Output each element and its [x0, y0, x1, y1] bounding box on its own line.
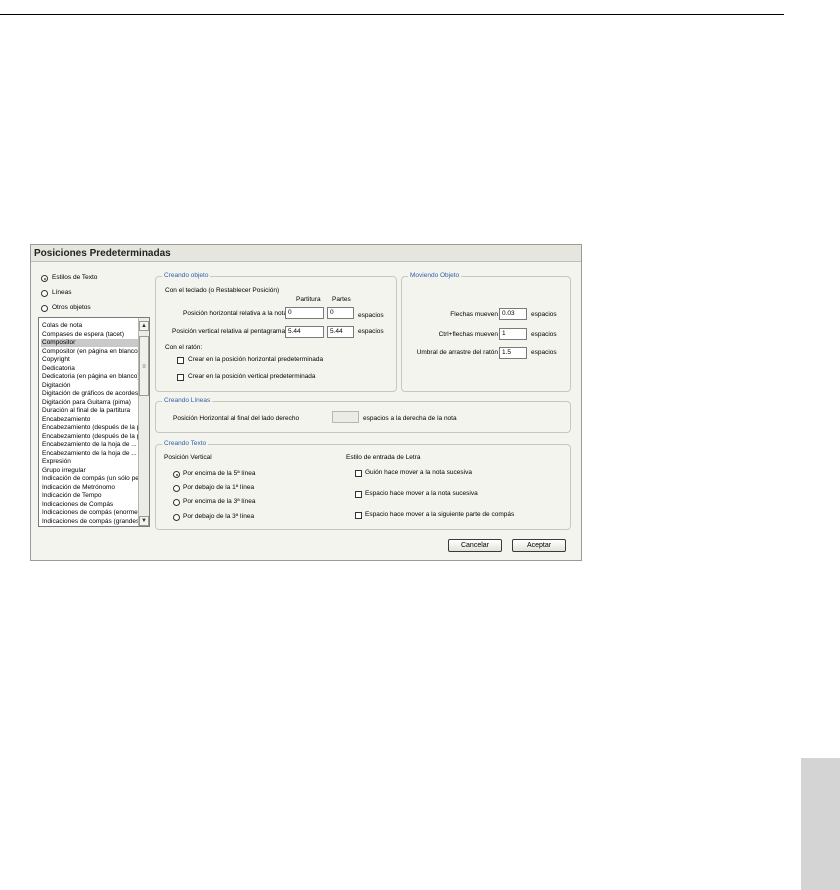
radio-other-objects-label: Otros objetos	[52, 304, 91, 311]
list-item[interactable]: Colas de nota	[41, 322, 140, 330]
check-space-next-note-label: Espacio hace mover a la nota sucesiva	[365, 490, 478, 497]
check-create-horiz[interactable]	[177, 357, 184, 364]
list-item[interactable]: Encabezamiento de la hoja de ... 2	[41, 450, 140, 458]
horiz-pos-label: Posición horizontal relativa a la nota:	[183, 310, 289, 317]
ctrl-arrows-label: Ctrl+flechas mueven	[438, 331, 498, 338]
creating-text-legend: Creando Texto	[162, 440, 209, 448]
creating-object-group: Creando objeto Con el teclado (o Restabl…	[155, 272, 397, 392]
check-space-next-beat-label: Espacio hace mover a la siguiente parte …	[365, 511, 515, 518]
radio-above-3rd-line-label: Por encima de la 3ª línea	[183, 498, 256, 505]
horiz-parts-field[interactable]: 0	[327, 307, 354, 319]
list-item[interactable]: Digitación de gráficos de acordes	[41, 390, 140, 398]
vert-parts-field[interactable]: 5.44	[327, 326, 354, 338]
check-create-vert-label: Crear en la posición vertical predetermi…	[188, 373, 316, 380]
list-item[interactable]: Indicaciones de compás (grandes)	[41, 518, 140, 526]
list-item[interactable]: Copyright	[41, 356, 140, 364]
radio-below-1st-line-label: Por debajo de la 1ª línea	[183, 484, 255, 491]
scroll-down-button[interactable]: ▼	[139, 516, 149, 526]
list-item[interactable]: Grupo irregular	[41, 467, 140, 475]
list-item[interactable]: Digitación	[41, 382, 140, 390]
list-item[interactable]: Compositor (en página en blanco)	[41, 348, 140, 356]
list-item[interactable]: Compases de espera (tacet)	[41, 331, 140, 339]
list-item[interactable]: Digitación para Guitarra (pima)	[41, 399, 140, 407]
list-item[interactable]: Compositor	[41, 339, 140, 347]
radio-above-5th-line-label: Por encima de la 5ª línea	[183, 470, 256, 477]
line-end-field[interactable]	[332, 411, 359, 423]
default-positions-dialog: Posiciones Predeterminadas Estilos de Te…	[30, 244, 582, 561]
radio-other-objects[interactable]	[41, 305, 48, 312]
list-scrollbar[interactable]: ▲ ≡ ▼	[138, 318, 149, 526]
list-item[interactable]: Indicaciones de compás (enormes)	[41, 509, 140, 517]
list-item[interactable]: Dedicatoria (en página en blanco)	[41, 373, 140, 381]
radio-lines[interactable]	[41, 290, 48, 297]
drag-threshold-label: Umbral de arrastre del ratón	[416, 349, 498, 356]
vert-unit: espacios	[358, 328, 384, 335]
creating-lines-group: Creando Líneas Posición Horizontal al fi…	[155, 397, 571, 433]
check-space-next-note[interactable]	[355, 491, 362, 498]
vertical-position-label: Posición Vertical	[164, 454, 212, 461]
vert-score-field[interactable]: 5.44	[285, 326, 324, 338]
radio-below-1st-line[interactable]	[173, 485, 180, 492]
check-hyphen-next-note[interactable]	[355, 470, 362, 477]
ctrl-arrows-field[interactable]: 1	[499, 328, 527, 340]
arrows-label: Flechas mueven	[450, 311, 498, 318]
line-end-suffix: espacios a la derecha de la nota	[363, 415, 457, 422]
check-create-vert[interactable]	[177, 374, 184, 381]
creating-object-legend: Creando objeto	[162, 272, 211, 280]
page-top-rule	[0, 14, 784, 15]
lyric-style-label: Estilo de entrada de Letra	[346, 454, 421, 461]
moving-object-group: Moviendo Objeto Flechas mueven 0.03 espa…	[401, 272, 571, 392]
radio-above-5th-line[interactable]	[173, 471, 180, 478]
scroll-up-button[interactable]: ▲	[139, 321, 149, 331]
scroll-thumb[interactable]: ≡	[139, 336, 149, 396]
line-end-label: Posición Horizontal al final del lado de…	[173, 415, 300, 422]
ok-button[interactable]: Aceptar	[512, 539, 566, 552]
list-item[interactable]: Encabezamiento de la hoja de ...	[41, 441, 140, 449]
list-item[interactable]: Encabezamiento (después de la primera pá…	[41, 424, 140, 432]
list-item[interactable]: Indicación de Metrónomo	[41, 484, 140, 492]
check-space-next-beat[interactable]	[355, 512, 362, 519]
check-create-horiz-label: Crear en la posición horizontal predeter…	[188, 356, 324, 363]
radio-below-3rd-line-label: Por debajo de la 3ª línea	[183, 513, 255, 520]
col-score-label: Partitura	[296, 296, 321, 303]
list-item[interactable]: Encabezamiento (después de la primera pá…	[41, 433, 140, 441]
ctrl-arrows-unit: espacios	[531, 331, 557, 338]
list-item[interactable]: Indicación de Tempo	[41, 492, 140, 500]
cancel-button[interactable]: Cancelar	[448, 539, 502, 552]
style-list[interactable]: Colas de nota Compases de espera (tacet) C…	[38, 317, 150, 527]
arrows-unit: espacios	[531, 311, 557, 318]
radio-below-3rd-line[interactable]	[173, 514, 180, 521]
radio-lines-label: Líneas	[52, 289, 72, 296]
list-item[interactable]: Encabezamiento	[41, 416, 140, 424]
keyboard-label: Con el teclado (o Restablecer Posición)	[165, 287, 280, 294]
dialog-title: Posiciones Predeterminadas	[31, 245, 581, 262]
arrows-field[interactable]: 0.03	[499, 308, 527, 320]
list-item[interactable]: Expresión	[41, 458, 140, 466]
page-side-tab	[801, 758, 840, 890]
drag-threshold-unit: espacios	[531, 349, 557, 356]
radio-text-styles[interactable]	[41, 275, 48, 282]
moving-object-legend: Moviendo Objeto	[408, 272, 462, 280]
list-item[interactable]: Indicaciones de Compás	[41, 501, 140, 509]
creating-text-group: Creando Texto Posición Vertical Por enci…	[155, 440, 571, 530]
horiz-unit: espacios	[358, 312, 384, 319]
col-parts-label: Partes	[332, 296, 351, 303]
radio-above-3rd-line[interactable]	[173, 499, 180, 506]
check-hyphen-next-note-label: Guión hace mover a la nota sucesiva	[365, 469, 472, 476]
creating-lines-legend: Creando Líneas	[162, 397, 213, 405]
mouse-label: Con el ratón:	[165, 344, 203, 351]
list-item[interactable]: Dedicatoria	[41, 365, 140, 373]
list-item[interactable]: Duración al final de la partitura	[41, 407, 140, 415]
drag-threshold-field[interactable]: 1.5	[499, 347, 527, 359]
list-item[interactable]: Indicación de compás (un sólo pentagrama…	[41, 475, 140, 483]
horiz-score-field[interactable]: 0	[285, 307, 324, 319]
vert-pos-label: Posición vertical relativa al pentagrama…	[172, 328, 287, 335]
radio-text-styles-label: Estilos de Texto	[52, 274, 98, 281]
